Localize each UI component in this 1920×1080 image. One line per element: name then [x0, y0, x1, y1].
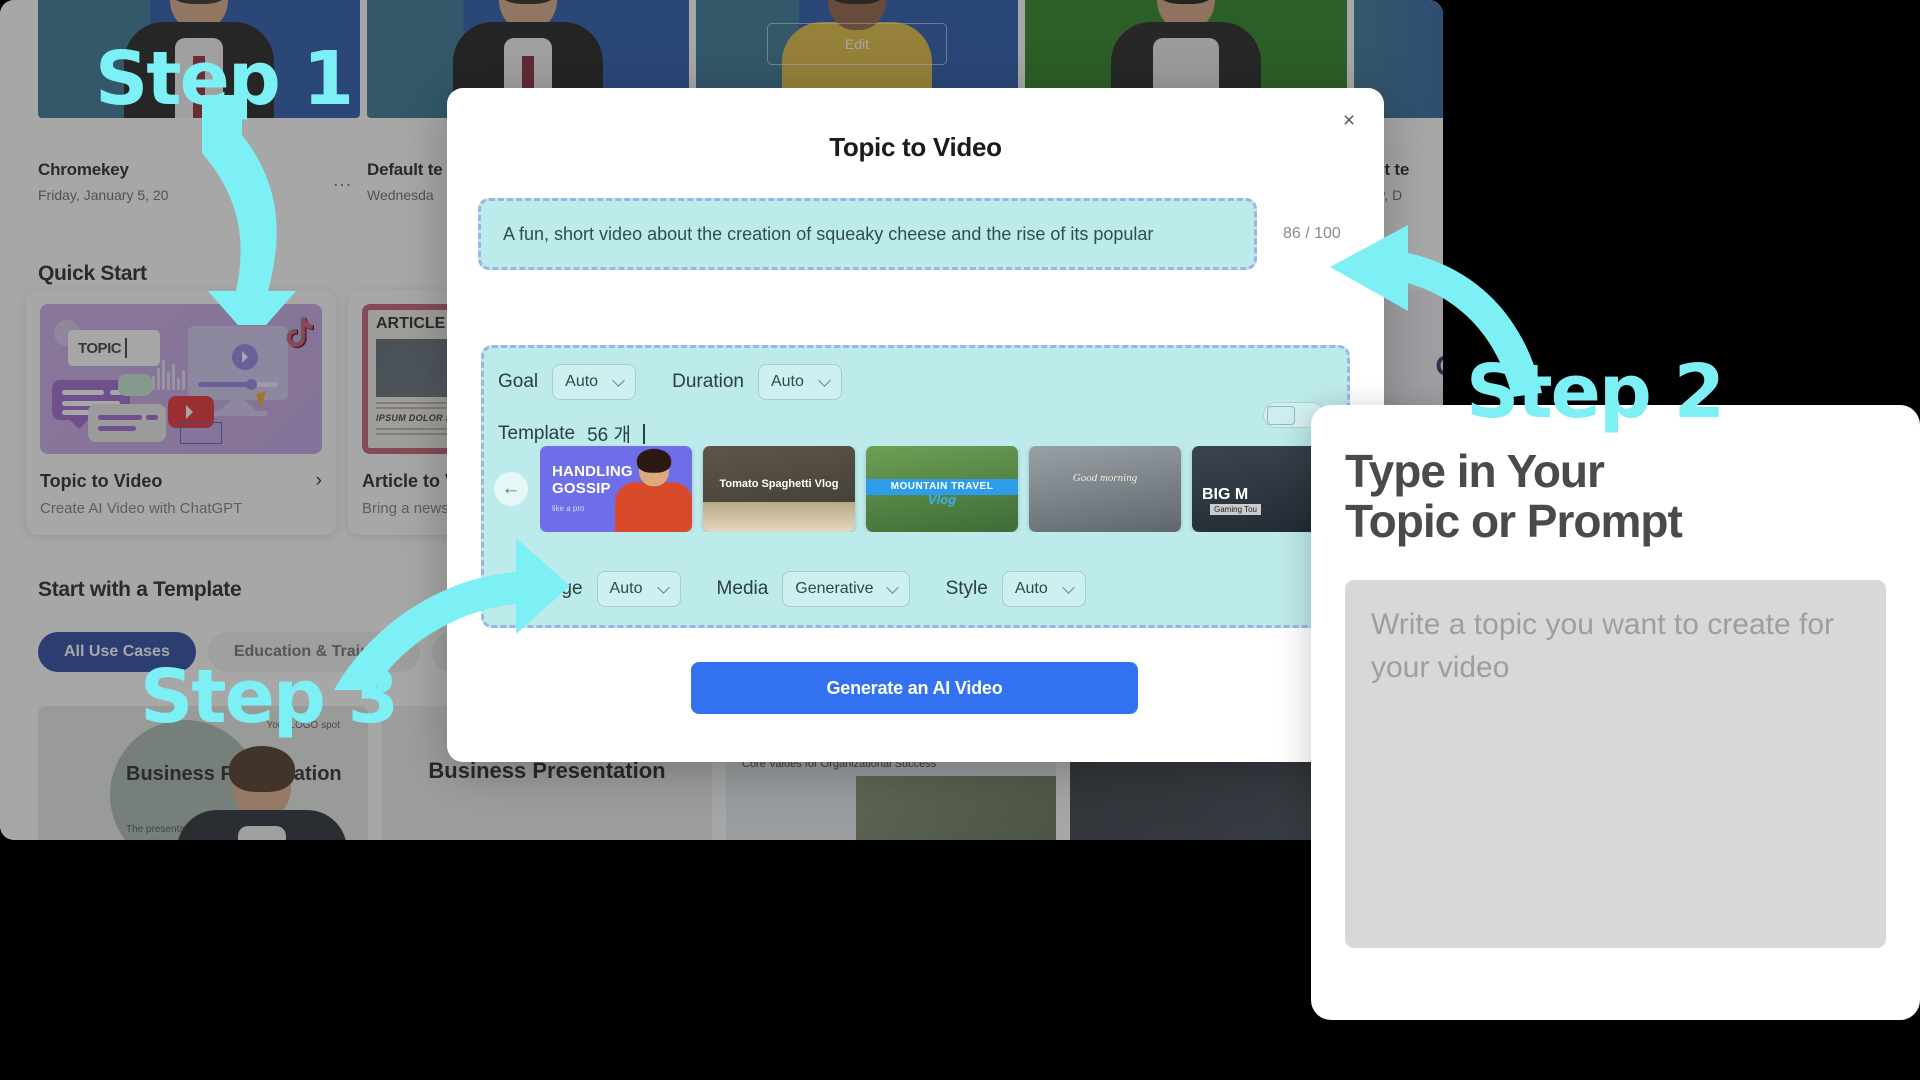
recent-video-title: Chromekey	[38, 160, 129, 179]
topic-to-video-illustration: TOPIC	[40, 304, 322, 454]
style-select[interactable]: Auto	[1001, 571, 1086, 607]
avatar-figure	[177, 746, 348, 840]
template-photo	[856, 776, 1056, 840]
carousel-card-title: BIG M	[1202, 486, 1249, 503]
carousel-card[interactable]: Tomato Spaghetti Vlog	[703, 446, 855, 532]
prompt-row: A fun, short video about the creation of…	[478, 198, 1341, 270]
waveform-icon	[152, 356, 186, 390]
goal-label: Goal	[498, 371, 539, 392]
monitor-icon	[188, 326, 288, 400]
quick-start-heading: Quick Start	[38, 262, 147, 285]
selection-box	[180, 422, 222, 444]
style-value: Auto	[1014, 580, 1048, 597]
template-count: 56 개	[587, 425, 632, 446]
goal-value: Auto	[565, 373, 599, 390]
callout-card: Type in Your Topic or Prompt Write a top…	[1311, 405, 1920, 1020]
duration-select[interactable]: Auto	[757, 364, 842, 400]
recent-video-meta: Chromekey Friday, January 5, 20 ...	[38, 160, 360, 203]
close-icon[interactable]: ×	[1336, 108, 1362, 134]
start-with-template-heading: Start with a Template	[38, 578, 242, 601]
more-options-icon[interactable]: ...	[333, 170, 352, 192]
chevron-down-icon	[1061, 580, 1075, 594]
modal-title: Topic to Video	[829, 132, 1002, 162]
character-counter: 86 / 100	[1283, 225, 1341, 242]
step1-label: Step 1	[95, 36, 354, 122]
template-row: Template 56 개	[498, 420, 1333, 447]
duration-label: Duration	[672, 371, 744, 392]
carousel-track: HANDLING GOSSIP like a pro Tomato Spaghe…	[540, 446, 1344, 532]
goal-duration-row: Goal Auto Duration Auto	[498, 364, 1333, 400]
carousel-card-title: Good morning	[1072, 472, 1138, 484]
text-caret-icon	[125, 338, 128, 358]
topic-input-illustration: TOPIC	[68, 330, 160, 366]
quick-start-card-topic-to-video[interactable]: TOPIC Topic to Video › Create AI Video w…	[26, 290, 336, 535]
text-caret-icon	[643, 423, 645, 444]
progress-bar	[198, 379, 278, 390]
chat-bubble-icon	[118, 374, 152, 396]
language-select[interactable]: Auto	[596, 571, 681, 607]
language-label: Language	[498, 578, 583, 599]
carousel-card-subtitle: like a pro	[552, 504, 585, 513]
options-panel: Goal Auto Duration Auto Template 56 개 ← …	[481, 345, 1350, 628]
chat-bubble-icon	[88, 404, 166, 442]
callout-heading: Type in Your Topic or Prompt	[1345, 445, 1886, 547]
quick-start-card-title: Article to V	[362, 470, 458, 491]
carousel-card[interactable]: MOUNTAIN TRAVEL Vlog	[866, 446, 1018, 532]
chevron-down-icon	[885, 580, 899, 594]
step3-label: Step 3	[140, 654, 399, 740]
chevron-down-icon	[612, 373, 626, 387]
media-label: Media	[716, 578, 769, 599]
step2-label: Step 2	[1466, 349, 1725, 435]
carousel-card[interactable]: Good morning	[1029, 446, 1181, 532]
media-value: Generative	[795, 580, 874, 597]
screenshot-root: Edit Chromekey Friday, January 5, 20 ...	[0, 0, 1920, 1080]
toggle-knob	[1267, 405, 1295, 425]
progress-fill	[198, 382, 250, 387]
recent-video-date: Friday, January 5, 20	[38, 187, 169, 203]
callout-heading-line2: Topic or Prompt	[1345, 494, 1683, 547]
callout-topic-input[interactable]: Write a topic you want to create for you…	[1345, 580, 1886, 949]
topic-label: TOPIC	[78, 339, 122, 357]
duration-value: Auto	[770, 373, 804, 390]
chevron-down-icon	[818, 373, 831, 387]
carousel-card-subtitle: Gaming Tou	[1210, 504, 1261, 515]
carousel-card[interactable]: HANDLING GOSSIP like a pro	[540, 446, 692, 532]
chevron-down-icon	[656, 580, 670, 594]
prompt-input[interactable]: A fun, short video about the creation of…	[478, 198, 1257, 270]
progress-knob	[246, 379, 257, 390]
carousel-prev-button[interactable]: ←	[494, 472, 528, 506]
monitor-base	[208, 411, 268, 416]
carousel-card-title: MOUNTAIN TRAVEL	[890, 481, 994, 492]
play-icon	[232, 344, 258, 370]
generate-ai-video-button[interactable]: Generate an AI Video	[691, 662, 1138, 714]
tiktok-icon	[285, 316, 314, 348]
language-media-style-row: Language Auto Media Generative Style Aut…	[498, 571, 1086, 607]
carousel-card-subtitle: Vlog	[927, 492, 957, 507]
chevron-right-icon[interactable]: ›	[316, 470, 322, 492]
avatar-figure	[615, 448, 692, 532]
quick-start-card-title-row: Topic to Video ›	[40, 470, 322, 492]
callout-heading-line1: Type in Your	[1345, 445, 1605, 497]
template-label: Template	[498, 422, 576, 444]
template-carousel: ← HANDLING GOSSIP like a pro Tomato Spag…	[494, 446, 1347, 532]
carousel-card-title: Tomato Spaghetti Vlog	[719, 478, 839, 490]
quick-start-card-subtitle: Create AI Video with ChatGPT	[40, 500, 243, 517]
food-photo	[703, 502, 855, 532]
edit-button[interactable]: Edit	[767, 23, 947, 66]
quick-start-card-title: Topic to Video	[40, 470, 163, 491]
style-label: Style	[945, 578, 988, 599]
goal-select[interactable]: Auto	[552, 364, 637, 400]
language-value: Auto	[609, 580, 643, 597]
media-select[interactable]: Generative	[782, 571, 910, 607]
